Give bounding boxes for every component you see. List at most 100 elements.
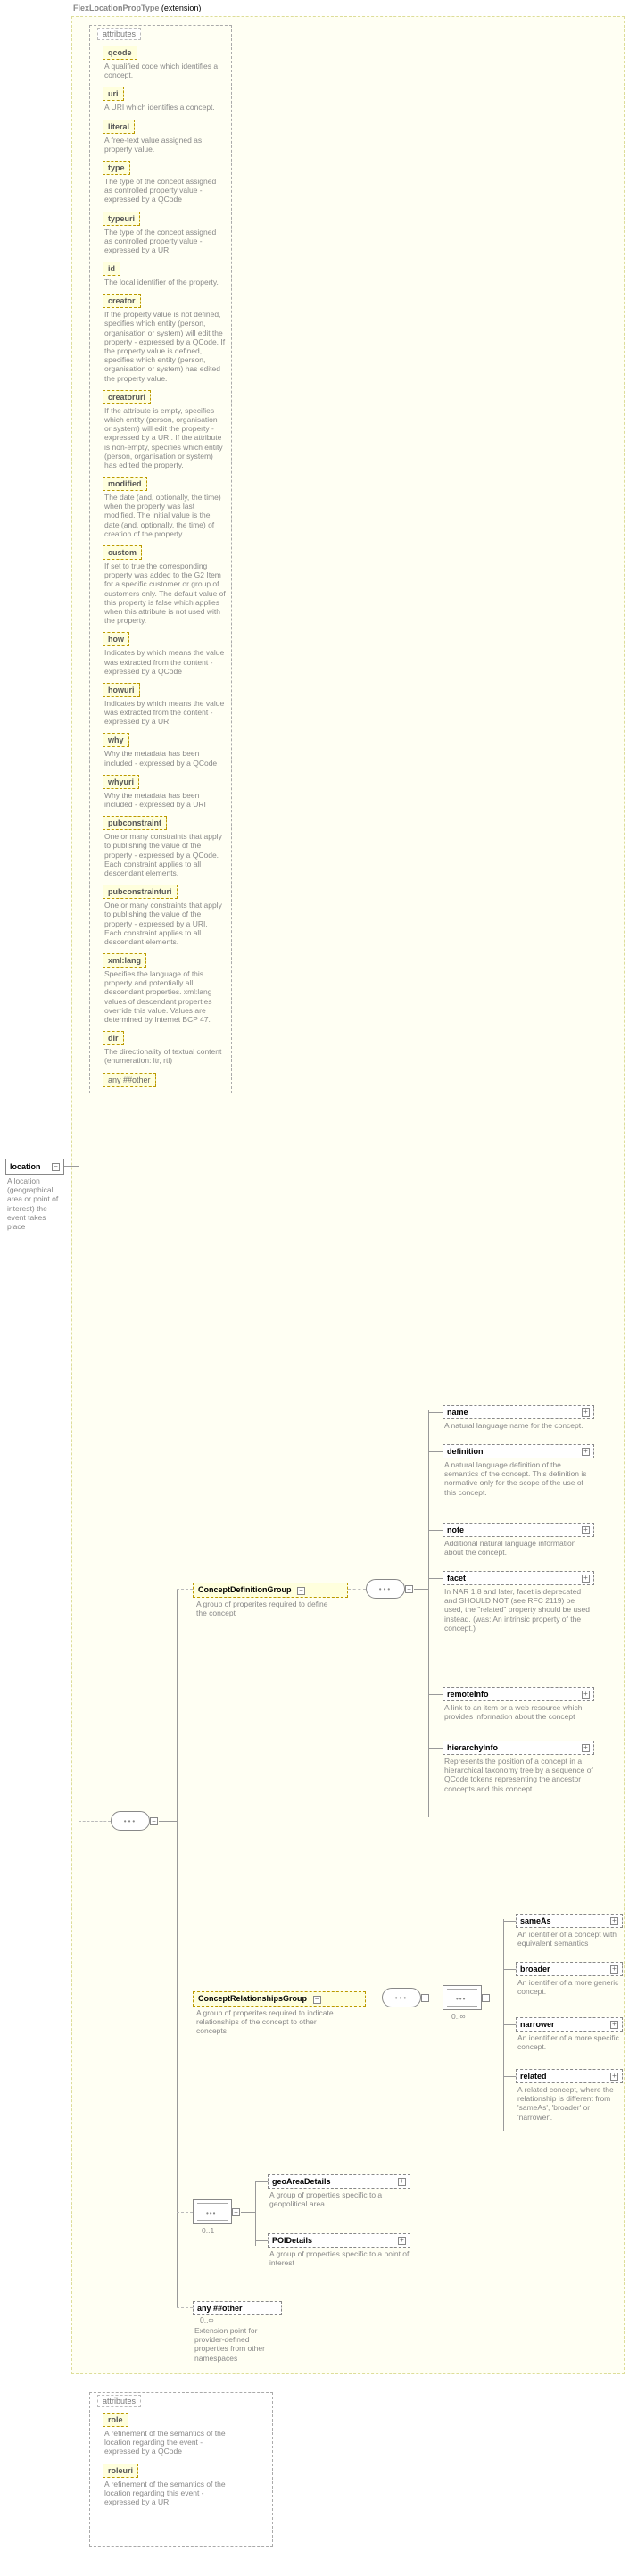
choice-compositor: •••− [443,1985,482,2010]
attr-name: id [103,262,120,276]
attr-name: whyuri [103,775,139,789]
elem-desc: A group of properties specific to a geop… [268,2189,410,2208]
attributes-box-2: attributes roleA refinement of the seman… [89,2392,273,2547]
attr-desc: A free-text value assigned as property v… [103,134,226,154]
attr-name: dir [103,1031,124,1045]
location-desc: A location (geographical area or point o… [5,1175,64,1231]
plus-icon[interactable]: + [582,1408,590,1417]
elem-name: name [447,1408,468,1417]
any-other-attr: any ##other [103,1073,156,1087]
minus-icon[interactable]: − [52,1163,60,1171]
attr-name: creatoruri [103,390,151,404]
elem-desc: A natural language name for the concept. [443,1419,594,1430]
any-other-occ: 0..∞ [193,2315,282,2324]
attribute-howuri: howuriIndicates by which means the value… [103,683,226,727]
crg-desc: A group of properites required to indica… [194,2007,346,2036]
attr-name: uri [103,87,124,101]
attr-desc: The date (and, optionally, the time) whe… [103,491,226,538]
attr-name: role [103,2413,128,2427]
attr-desc: The type of the concept assigned as cont… [103,226,226,255]
extension-label: FlexLocationPropType (extension) [73,4,201,13]
attr-name: literal [103,120,135,134]
attribute-dir: dirThe directionality of textual content… [103,1031,226,1065]
attr-desc: Indicates by which means the value was e… [103,646,226,676]
sequence-compositor: − [366,1579,405,1599]
connector [177,1589,178,2307]
concept-definition-group: ConceptDefinitionGroup − [193,1583,348,1598]
plus-icon[interactable]: + [582,1526,590,1534]
elem-desc: An identifier of a more specific concept… [516,2032,623,2051]
plus-icon[interactable]: + [610,2021,618,2029]
attr-desc: If the property value is not defined, sp… [103,308,226,383]
attr-desc: Specifies the language of this property … [103,968,226,1024]
plus-icon[interactable]: + [398,2178,406,2186]
attr-name: custom [103,545,142,560]
cdg-name: ConceptDefinitionGroup [198,1585,292,1594]
attr-name: xml:lang [103,953,146,968]
attr-desc: The type of the concept assigned as cont… [103,175,226,204]
element-related: related+A related concept, where the rel… [516,2069,623,2122]
elem-name: definition [447,1447,484,1456]
any-other-name: any ##other [197,2304,243,2313]
elem-name: broader [520,1965,550,1974]
attribute-modified: modifiedThe date (and, optionally, the t… [103,477,226,538]
connector [241,2212,255,2213]
attribute-why: whyWhy the metadata has been included - … [103,733,226,767]
elem-desc: Represents the position of a concept in … [443,1755,594,1793]
elem-name: narrower [520,2020,555,2029]
connector [255,2181,256,2246]
element-broader: broader+An identifier of a more generic … [516,1962,623,1996]
connector [428,1410,429,1817]
minus-icon[interactable]: − [297,1587,305,1595]
attribute-whyuri: whyuriWhy the metadata has been included… [103,775,226,809]
plus-icon[interactable]: + [582,1448,590,1456]
minus-icon[interactable]: − [482,1994,490,2002]
attr-name: pubconstraint [103,816,167,830]
plus-icon[interactable]: + [582,1744,590,1752]
elem-desc: A natural language definition of the sem… [443,1458,594,1497]
attribute-custom: customIf set to true the corresponding p… [103,545,226,625]
plus-icon[interactable]: + [582,1575,590,1583]
crg-name: ConceptRelationshipsGroup [198,1994,307,2003]
choice-compositor: •••− [193,2199,232,2224]
attr-desc: A qualified code which identifies a conc… [103,60,226,79]
attribute-roleuri: roleuriA refinement of the semantics of … [103,2464,267,2507]
minus-icon[interactable]: − [405,1585,413,1593]
plus-icon[interactable]: + [398,2237,406,2245]
plus-icon[interactable]: + [610,1965,618,1974]
attributes-box: attributes qcodeA qualified code which i… [89,25,232,1093]
minus-icon[interactable]: − [421,1994,429,2002]
connector [159,1821,177,1822]
attributes-title-2: attributes [97,2395,141,2407]
elem-name: related [520,2072,547,2081]
attr-desc: Indicates by which means the value was e… [103,697,226,727]
elem-name: remoteInfo [447,1690,489,1699]
elem-desc: Additional natural language information … [443,1537,594,1557]
attr-name: modified [103,477,147,491]
attr-desc: If set to true the corresponding propert… [103,560,226,625]
minus-icon[interactable]: − [232,2208,240,2216]
elem-name: geoAreaDetails [272,2177,331,2186]
elem-desc: In NAR 1.8 and later, facet is deprecate… [443,1585,594,1633]
attribute-xml:lang: xml:langSpecifies the language of this p… [103,953,226,1024]
sequence-compositor: − [382,1988,421,2007]
minus-icon[interactable]: − [313,1996,321,2004]
attr-name: qcode [103,46,137,60]
element-definition: definition + A natural language definition… [443,1444,594,1497]
attr-desc: Why the metadata has been included - exp… [103,747,226,767]
plus-icon[interactable]: + [582,1691,590,1699]
plus-icon[interactable]: + [610,1917,618,1925]
concept-relationships-group: ConceptRelationshipsGroup − [193,1991,366,2007]
plus-icon[interactable]: + [610,2073,618,2081]
element-narrower: narrower + An identifier of a more specifi… [516,2017,623,2051]
attribute-how: howIndicates by which means the value wa… [103,632,226,676]
attr-desc: Why the metadata has been included - exp… [103,789,226,809]
minus-icon[interactable]: − [150,1817,158,1825]
element-POIDetails: POIDetails+A group of properties specifi… [268,2233,410,2267]
element-facet: facet+In NAR 1.8 and later, facet is dep… [443,1571,594,1633]
attr-desc: A refinement of the semantics of the loc… [103,2478,228,2507]
attribute-literal: literalA free-text value assigned as pro… [103,120,226,154]
attribute-typeuri: typeuriThe type of the concept assigned … [103,212,226,255]
attr-desc: A refinement of the semantics of the loc… [103,2427,228,2456]
elem-name: hierarchyInfo [447,1743,498,1752]
